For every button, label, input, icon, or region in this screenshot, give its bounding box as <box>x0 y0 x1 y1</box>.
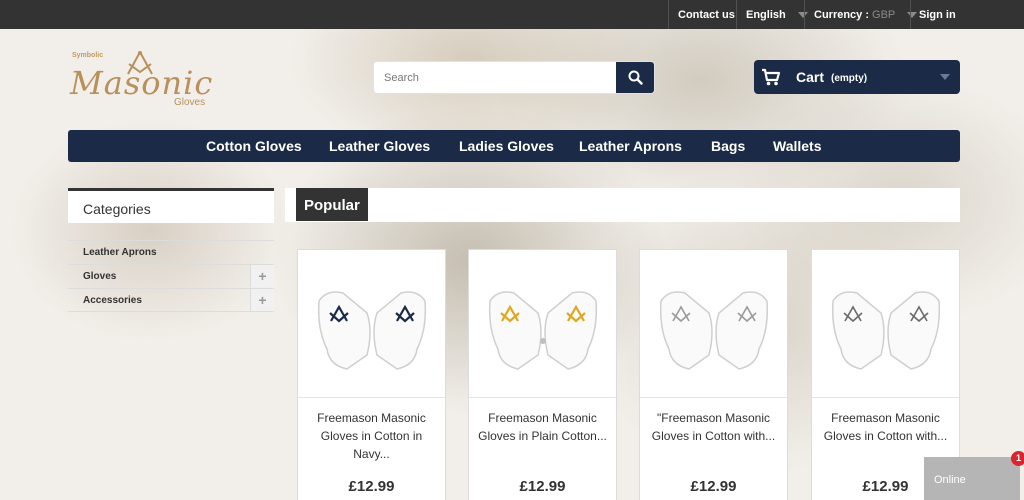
sign-in-label: Sign in <box>919 8 956 21</box>
product-title[interactable]: "Freemason Masonic Gloves in Cotton with… <box>646 409 781 445</box>
main-menu: Cotton Gloves Leather Gloves Ladies Glov… <box>68 130 960 162</box>
category-gloves[interactable]: Gloves + <box>68 264 274 288</box>
categories-sidebar: Categories Leather Aprons Gloves + Access… <box>68 188 274 312</box>
gloves-icon <box>488 290 597 370</box>
product-title[interactable]: Freemason Masonic Gloves in Cotton with.… <box>818 409 953 445</box>
menu-item-leather-gloves[interactable]: Leather Gloves <box>329 130 430 162</box>
tab-popular[interactable]: Popular <box>296 188 368 221</box>
gloves-icon <box>317 290 426 370</box>
currency-value: GBP <box>872 8 896 21</box>
product-image[interactable] <box>640 250 787 398</box>
category-label: Accessories <box>83 295 142 306</box>
popular-tab-bar: Popular <box>285 188 960 222</box>
category-label: Leather Aprons <box>83 247 157 258</box>
expand-plus-icon[interactable]: + <box>250 289 274 311</box>
cart-button[interactable]: Cart (empty) <box>754 60 960 94</box>
category-label: Gloves <box>83 271 117 282</box>
gloves-icon <box>659 290 768 370</box>
search-box <box>373 61 655 94</box>
top-bar: Contact us English Currency : GBP Sign in <box>0 0 1024 29</box>
chat-status: Online <box>934 474 966 486</box>
product-title[interactable]: Freemason Masonic Gloves in Plain Cotton… <box>475 409 610 445</box>
contact-us-label: Contact us <box>678 8 735 21</box>
product-card[interactable]: Freemason Masonic Gloves in Cotton in Na… <box>297 249 446 500</box>
live-chat-widget[interactable]: Online <box>924 457 1020 500</box>
menu-item-cotton-gloves[interactable]: Cotton Gloves <box>206 130 302 162</box>
menu-item-leather-aprons[interactable]: Leather Aprons <box>579 130 682 162</box>
search-button[interactable] <box>616 62 654 93</box>
logo-line-3: Gloves <box>174 97 206 108</box>
cart-status: (empty) <box>831 73 868 84</box>
contact-us-link[interactable]: Contact us <box>668 0 744 29</box>
language-label: English <box>746 8 786 21</box>
shopping-cart-icon <box>762 68 781 86</box>
product-price: £12.99 <box>690 478 737 495</box>
currency-selector[interactable]: Currency : GBP <box>804 0 926 29</box>
product-title[interactable]: Freemason Masonic Gloves in Cotton in Na… <box>304 409 439 463</box>
chevron-down-icon <box>940 74 950 80</box>
product-card[interactable]: Freemason Masonic Gloves in Plain Cotton… <box>468 249 617 500</box>
logo-line-1: Symbolic <box>72 52 104 59</box>
categories-list: Leather Aprons Gloves + Accessories + <box>68 240 274 312</box>
currency-label: Currency : <box>814 8 870 21</box>
categories-title: Categories <box>68 188 274 223</box>
site-logo[interactable]: Symbolic Masonic Gloves <box>68 50 228 112</box>
search-icon <box>628 70 643 85</box>
product-card[interactable]: "Freemason Masonic Gloves in Cotton with… <box>639 249 788 500</box>
product-price: £12.99 <box>348 478 395 495</box>
category-accessories[interactable]: Accessories + <box>68 288 274 312</box>
product-price: £12.99 <box>519 478 566 495</box>
gloves-icon <box>831 290 940 370</box>
search-input[interactable] <box>374 62 618 93</box>
menu-item-wallets[interactable]: Wallets <box>773 130 822 162</box>
product-image[interactable] <box>469 250 616 398</box>
product-image[interactable] <box>298 250 445 398</box>
notification-badge: 1 <box>1011 451 1024 466</box>
menu-item-ladies-gloves[interactable]: Ladies Gloves <box>459 130 554 162</box>
sign-in-link[interactable]: Sign in <box>910 0 964 29</box>
menu-item-bags[interactable]: Bags <box>711 130 745 162</box>
product-image[interactable] <box>812 250 959 398</box>
cart-label: Cart <box>796 69 825 85</box>
expand-plus-icon[interactable]: + <box>250 265 274 287</box>
category-leather-aprons[interactable]: Leather Aprons <box>68 240 274 264</box>
